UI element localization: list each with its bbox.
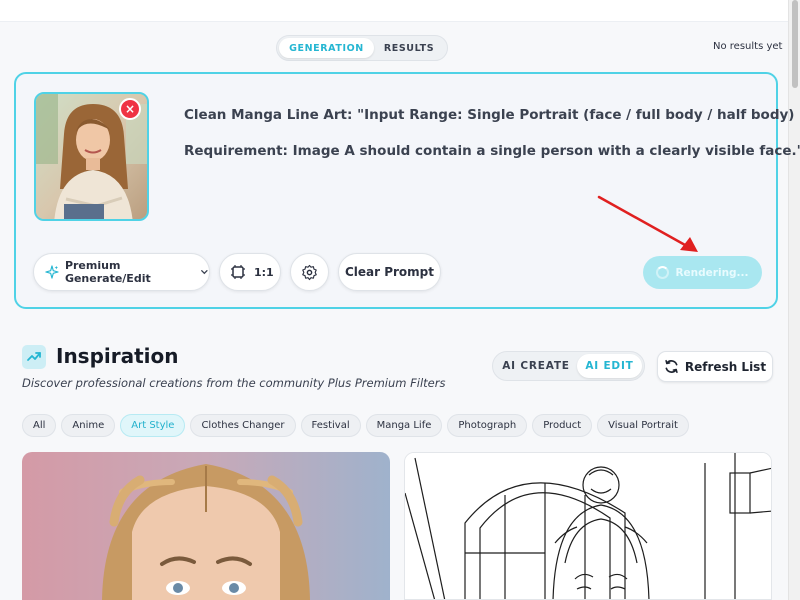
chevron-down-icon <box>201 270 208 275</box>
chip-manga-life[interactable]: Manga Life <box>365 414 443 437</box>
top-bar <box>0 0 788 22</box>
model-select-button[interactable]: Premium Generate/Edit <box>33 253 210 291</box>
trending-icon <box>22 345 46 369</box>
sparkle-icon <box>45 265 59 279</box>
inspiration-card-lineart[interactable] <box>404 452 772 600</box>
refresh-list-label: Refresh List <box>684 359 767 374</box>
chip-photograph[interactable]: Photograph <box>447 414 528 437</box>
chip-product[interactable]: Product <box>532 414 593 437</box>
aspect-ratio-label: 1:1 <box>254 265 274 279</box>
inspiration-title: Inspiration <box>56 344 179 368</box>
mode-tabs: AI CREATE AI EDIT <box>492 351 645 381</box>
category-chips: All Anime Art Style Clothes Changer Fest… <box>22 414 689 437</box>
chip-anime[interactable]: Anime <box>61 414 116 437</box>
page-scrollbar[interactable] <box>788 0 800 600</box>
remove-image-button[interactable]: × <box>119 98 141 120</box>
braided-portrait-image <box>22 452 390 600</box>
scrollbar-thumb[interactable] <box>792 0 798 88</box>
chip-clothes-changer[interactable]: Clothes Changer <box>190 414 296 437</box>
red-arrow-annotation-icon <box>597 195 698 252</box>
prompt-text-line-2[interactable]: Requirement: Image A should contain a si… <box>184 143 800 159</box>
chip-all[interactable]: All <box>22 414 57 437</box>
inspiration-subtitle: Discover professional creations from the… <box>22 376 446 390</box>
refresh-list-button[interactable]: Refresh List <box>657 351 773 382</box>
view-tabs: GENERATION RESULTS <box>276 35 448 61</box>
tab-results[interactable]: RESULTS <box>374 38 444 58</box>
tab-ai-edit[interactable]: AI EDIT <box>577 354 642 378</box>
refresh-icon <box>665 359 678 374</box>
tab-generation[interactable]: GENERATION <box>279 38 374 58</box>
chip-festival[interactable]: Festival <box>300 414 361 437</box>
settings-button[interactable] <box>290 253 329 291</box>
aspect-ratio-icon <box>231 265 245 279</box>
rendering-button[interactable]: Rendering... <box>643 256 762 289</box>
model-select-label: Premium Generate/Edit <box>64 259 151 285</box>
manga-lineart-image <box>405 453 771 599</box>
tab-ai-create[interactable]: AI CREATE <box>495 354 577 378</box>
generation-panel: × Clean Manga Line Art: "Input Range: Si… <box>14 72 800 309</box>
inspiration-card-photo[interactable] <box>22 452 390 600</box>
gear-icon <box>302 264 317 280</box>
spinner-icon <box>656 266 670 279</box>
prompt-text-line-1[interactable]: Clean Manga Line Art: "Input Range: Sing… <box>184 107 794 123</box>
rendering-label: Rendering... <box>675 266 749 279</box>
aspect-ratio-button[interactable]: 1:1 <box>219 253 281 291</box>
results-status: No results yet <box>713 41 783 52</box>
clear-prompt-button[interactable]: Clear Prompt <box>338 253 441 291</box>
chip-art-style[interactable]: Art Style <box>120 414 186 437</box>
chip-visual-portrait[interactable]: Visual Portrait <box>597 414 689 437</box>
